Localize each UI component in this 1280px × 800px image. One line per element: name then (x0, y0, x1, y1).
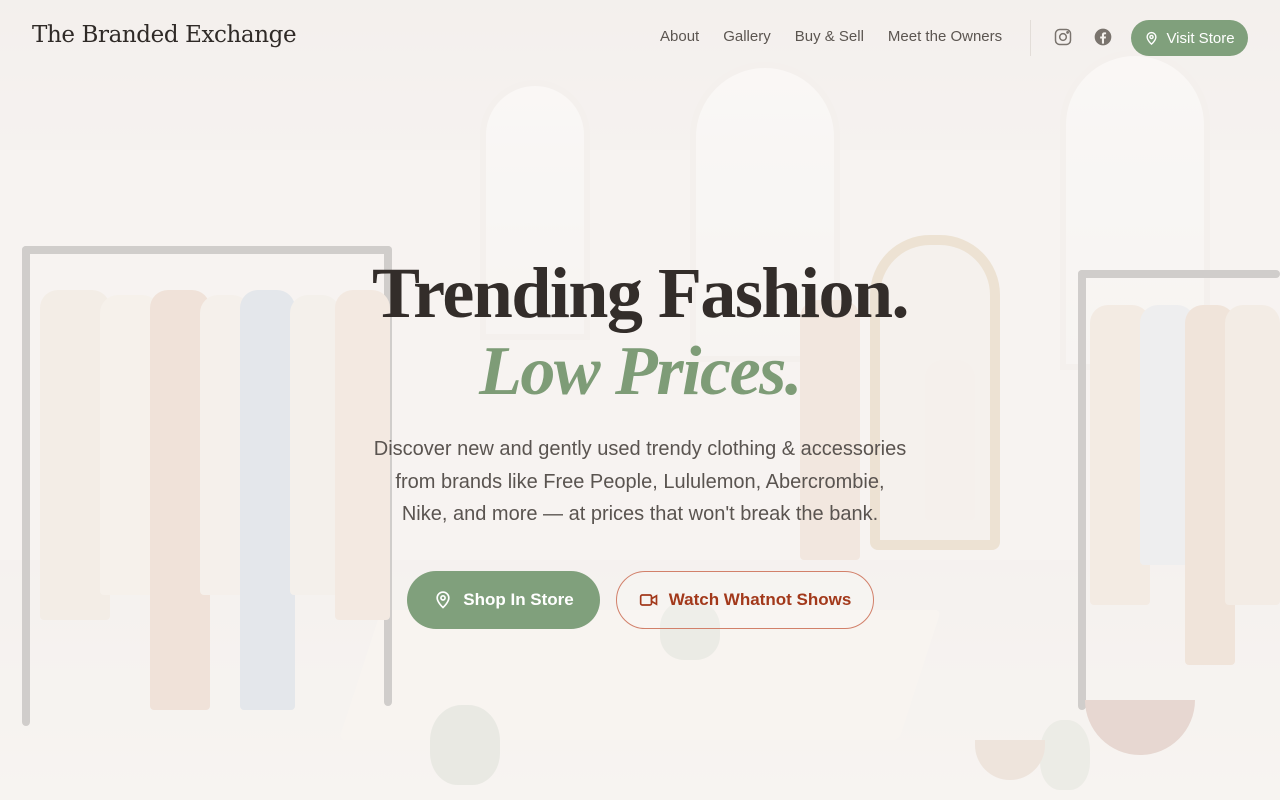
nav-link-gallery[interactable]: Gallery (723, 28, 771, 45)
watch-whatnot-shows-label: Watch Whatnot Shows (668, 590, 852, 609)
hero-title-line2: Low Prices. (479, 333, 802, 410)
visit-store-button[interactable]: Visit Store (1131, 20, 1248, 56)
map-pin-icon (433, 590, 453, 610)
visit-store-label: Visit Store (1166, 29, 1235, 47)
hero-title-line1: Trending Fashion. (371, 253, 910, 333)
nav-link-about[interactable]: About (660, 28, 699, 45)
shop-in-store-label: Shop In Store (463, 590, 574, 609)
hero-subtitle: Discover new and gently used trendy clot… (373, 438, 907, 525)
shop-in-store-button[interactable]: Shop In Store (407, 571, 600, 629)
video-camera-icon (639, 590, 659, 610)
site-header: The Branded Exchange About Gallery Buy &… (0, 0, 1280, 76)
watch-whatnot-shows-button[interactable]: Watch Whatnot Shows (616, 571, 874, 629)
nav-link-meet-the-owners[interactable]: Meet the Owners (888, 28, 1002, 45)
main-nav: About Gallery Buy & Sell Meet the Owners (660, 28, 1002, 45)
map-pin-icon (1144, 31, 1159, 46)
facebook-icon[interactable] (1093, 27, 1113, 47)
nav-divider (1030, 20, 1031, 56)
nav-link-buy-sell[interactable]: Buy & Sell (795, 28, 864, 45)
brand-logo[interactable]: The Branded Exchange (32, 22, 297, 48)
instagram-icon[interactable] (1053, 27, 1073, 47)
